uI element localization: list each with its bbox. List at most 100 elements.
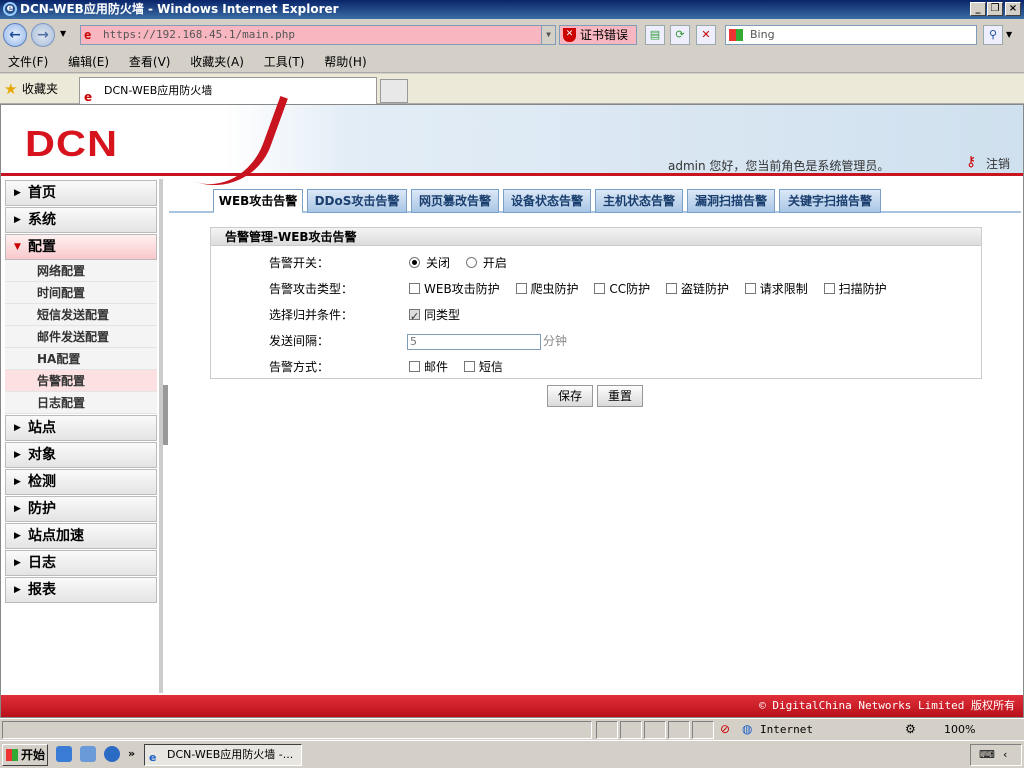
status-seg: [668, 721, 690, 739]
sidebar-sub-network[interactable]: 网络配置: [5, 260, 157, 282]
search-icon[interactable]: ⚲: [983, 25, 1003, 45]
menu-view[interactable]: 查看(V): [121, 51, 179, 73]
certificate-error-button[interactable]: ✕ 证书错误: [559, 25, 637, 45]
type-crawler-checkbox[interactable]: [515, 283, 527, 294]
sidebar-sub-alarm[interactable]: 告警配置: [5, 370, 157, 392]
logout-link[interactable]: ⚷ 注销: [966, 154, 1010, 172]
alarm-tabs: WEB攻击告警 DDoS攻击告警 网页篡改告警 设备状态告警 主机状态告警 漏洞…: [169, 187, 1021, 213]
status-seg: [644, 721, 666, 739]
start-label: 开始: [21, 748, 46, 762]
keyboard-icon[interactable]: ⌨: [979, 748, 995, 761]
method-mail-checkbox[interactable]: [409, 361, 420, 372]
new-tab-button[interactable]: [380, 79, 408, 103]
taskbar: 开始 » e DCN-WEB应用防火墙 -... ⌨ ‹: [0, 740, 1024, 768]
type-ratelimit-checkbox[interactable]: [744, 283, 756, 294]
taskbar-ie-window[interactable]: e DCN-WEB应用防火墙 -...: [144, 744, 302, 766]
method-sms-checkbox[interactable]: [463, 361, 475, 372]
sidebar-sub-mail[interactable]: 邮件发送配置: [5, 326, 157, 348]
window-title: DCN-WEB应用防火墙 - Windows Internet Explorer: [20, 2, 339, 16]
sidebar-item-protect[interactable]: ▶ 防护: [5, 496, 157, 522]
windows-flag-icon: [6, 749, 18, 761]
menu-file[interactable]: 文件(F): [0, 51, 56, 73]
refresh-icon[interactable]: ⟳: [670, 25, 690, 45]
tab-tamper[interactable]: 网页篡改告警: [411, 189, 499, 213]
quicklaunch-more-icon[interactable]: »: [128, 747, 135, 760]
start-button[interactable]: 开始: [2, 744, 48, 766]
type-hotlink-checkbox[interactable]: [665, 283, 677, 294]
history-dropdown-icon[interactable]: ▼: [60, 29, 66, 38]
close-button[interactable]: ×: [1005, 2, 1021, 16]
dcn-logo: DCN: [25, 123, 119, 164]
sidebar-item-report[interactable]: ▶ 报表: [5, 577, 157, 603]
tab-keyword-scan[interactable]: 关键字扫描告警: [779, 189, 881, 213]
favorites-button[interactable]: ★ 收藏夹: [4, 79, 58, 99]
search-options-icon[interactable]: ▼: [1006, 30, 1012, 39]
switch-options: 关闭 开启: [407, 252, 517, 274]
switch-on-radio[interactable]: [465, 257, 477, 268]
status-bar: ⊘ ◍ Internet ⚙ 100%: [0, 718, 1024, 740]
quicklaunch-ie-icon[interactable]: [56, 746, 72, 762]
task-title: DCN-WEB应用防火墙 -...: [167, 748, 294, 761]
back-button[interactable]: ←: [3, 23, 27, 47]
minimize-button[interactable]: _: [970, 2, 986, 16]
menu-favorites[interactable]: 收藏夹(A): [182, 51, 252, 73]
sidebar-sub-ha[interactable]: HA配置: [5, 348, 157, 370]
sidebar-item-accel[interactable]: ▶ 站点加速: [5, 523, 157, 549]
switch-label: 告警开关：: [269, 256, 330, 270]
sidebar-item-label: 检测: [28, 474, 56, 490]
sidebar-sub-log[interactable]: 日志配置: [5, 392, 157, 414]
quicklaunch-user-icon[interactable]: [80, 746, 96, 762]
sidebar-item-detect[interactable]: ▶ 检测: [5, 469, 157, 495]
blocked-icon[interactable]: ⊘: [720, 722, 730, 736]
sidebar-collapse-handle[interactable]: [163, 385, 168, 445]
sidebar-item-label: 日志: [28, 555, 56, 571]
tab-device-status[interactable]: 设备状态告警: [503, 189, 591, 213]
sidebar-item-site[interactable]: ▶ 站点: [5, 415, 157, 441]
switch-off-radio[interactable]: [409, 257, 420, 268]
quicklaunch-media-icon[interactable]: [104, 746, 120, 762]
interval-input[interactable]: 5: [407, 333, 541, 350]
copyright-footer: © DigitalChina Networks Limited 版权所有: [1, 695, 1023, 717]
chevron-right-icon: ▶: [14, 477, 21, 487]
tab-web-attack[interactable]: WEB攻击告警: [213, 189, 303, 213]
address-toolbar: ← → ▼ e https://192.168.45.1/main.php ▼ …: [0, 19, 1024, 51]
type-scan-checkbox[interactable]: [823, 283, 835, 294]
tab-host-status[interactable]: 主机状态告警: [595, 189, 683, 213]
tab-ddos[interactable]: DDoS攻击告警: [307, 189, 407, 213]
sidebar-item-object[interactable]: ▶ 对象: [5, 442, 157, 468]
compat-view-icon[interactable]: ▤: [645, 25, 665, 45]
menu-tools[interactable]: 工具(T): [256, 51, 313, 73]
menu-help[interactable]: 帮助(H): [316, 51, 374, 73]
chevron-right-icon: ▶: [14, 450, 21, 460]
search-input[interactable]: Bing: [725, 25, 977, 45]
sidebar: ▶ 首页 ▶ 系统 ▼ 配置 网络配置 时间配置 短信发送配置 邮件发送配置 HA配置…: [3, 179, 163, 693]
forward-button[interactable]: →: [31, 23, 55, 47]
sidebar-item-label: 对象: [28, 447, 56, 463]
type-cc-checkbox[interactable]: [594, 283, 606, 294]
address-dropdown-icon[interactable]: ▼: [541, 26, 555, 44]
merge-same-type-checkbox[interactable]: [409, 306, 420, 328]
tab-vuln-scan[interactable]: 漏洞扫描告警: [687, 189, 775, 213]
address-bar[interactable]: e https://192.168.45.1/main.php ▼: [80, 25, 556, 45]
key-icon: ⚷: [966, 154, 977, 170]
security-zone[interactable]: Internet: [760, 721, 813, 739]
sidebar-item-logs[interactable]: ▶ 日志: [5, 550, 157, 576]
sidebar-sub-time[interactable]: 时间配置: [5, 282, 157, 304]
save-button[interactable]: 保存: [547, 385, 593, 407]
sidebar-item-config[interactable]: ▼ 配置: [5, 234, 157, 260]
reset-button[interactable]: 重置: [597, 385, 643, 407]
maximize-button[interactable]: ❐: [987, 2, 1003, 16]
method-label: 告警方式：: [269, 360, 330, 374]
window-title-bar: e DCN-WEB应用防火墙 - Windows Internet Explor…: [0, 0, 1024, 19]
tray-arrow-icon[interactable]: ‹: [1003, 748, 1007, 761]
stop-icon[interactable]: ✕: [696, 25, 716, 45]
status-text-area: [2, 721, 592, 739]
menu-edit[interactable]: 编辑(E): [60, 51, 117, 73]
merge-row: 选择归并条件： 同类型: [211, 304, 981, 328]
protected-mode-icon[interactable]: ⚙: [905, 722, 916, 736]
zoom-level[interactable]: 100%: [944, 721, 975, 739]
sidebar-sub-sms[interactable]: 短信发送配置: [5, 304, 157, 326]
sidebar-item-home[interactable]: ▶ 首页: [5, 180, 157, 206]
sidebar-item-system[interactable]: ▶ 系统: [5, 207, 157, 233]
type-web-checkbox[interactable]: [409, 283, 420, 294]
